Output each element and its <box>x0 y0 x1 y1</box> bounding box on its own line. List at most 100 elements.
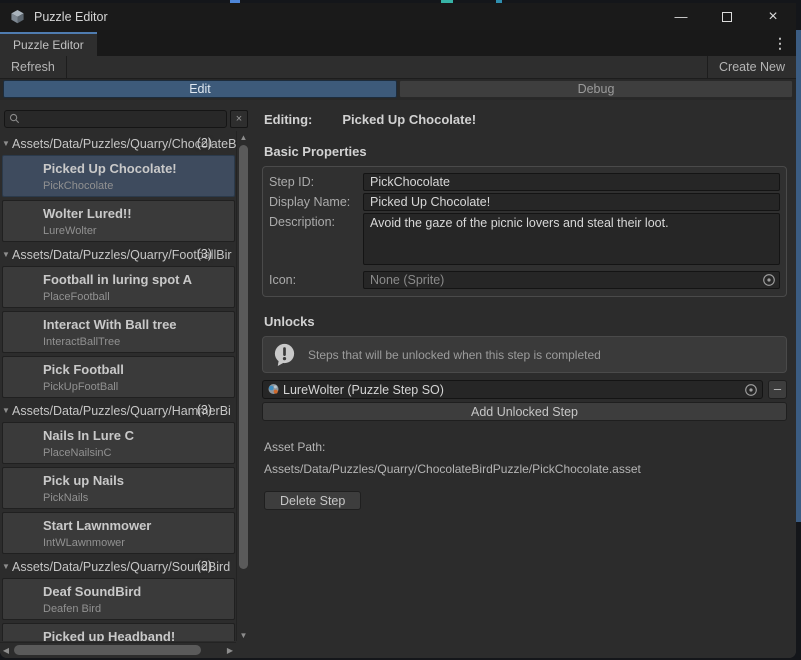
scroll-right-arrow[interactable]: ▶ <box>224 646 236 655</box>
step-list-panel: × ▼ Assets/Data/Puzzles/Quarry/Chocolate… <box>0 101 250 658</box>
scriptable-object-icon <box>267 383 280 396</box>
search-input[interactable] <box>23 111 222 127</box>
tab-debug[interactable]: Debug <box>399 80 793 98</box>
unlocks-title: Unlocks <box>264 314 787 329</box>
basic-properties-title: Basic Properties <box>264 144 787 159</box>
item-title: Pick Football <box>43 362 230 377</box>
item-title: Football in luring spot A <box>43 272 230 287</box>
object-picker-icon[interactable] <box>762 273 776 287</box>
close-button[interactable]: × <box>750 3 796 30</box>
scroll-down-arrow[interactable]: ▼ <box>237 629 250 641</box>
screen: Puzzle Editor — × Puzzle Editor ⋮ Refres… <box>0 0 801 660</box>
list-item-pick-nails[interactable]: Pick up Nails PickNails <box>2 467 235 509</box>
editing-header: Editing: Picked Up Chocolate! <box>264 112 787 127</box>
group-header-football[interactable]: ▼ Assets/Data/Puzzles/Quarry/FootballBir… <box>0 246 236 263</box>
maximize-icon <box>722 12 732 22</box>
step-id-input[interactable] <box>363 173 780 191</box>
window-title: Puzzle Editor <box>34 10 108 24</box>
list-item-interact-ball-tree[interactable]: Interact With Ball tree InteractBallTree <box>2 311 235 353</box>
list-item-picked-headband[interactable]: Picked up Headband! <box>2 623 235 641</box>
editing-value: Picked Up Chocolate! <box>342 112 476 127</box>
item-id: Deafen Bird <box>43 603 230 615</box>
display-name-input[interactable] <box>363 193 780 211</box>
step-list: ▼ Assets/Data/Puzzles/Quarry/ChocolateBi… <box>0 131 236 641</box>
description-input[interactable]: Avoid the gaze of the picnic lovers and … <box>363 213 780 265</box>
search-box[interactable] <box>4 110 227 128</box>
item-id: LureWolter <box>43 225 230 237</box>
tab-label: Puzzle Editor <box>13 38 84 52</box>
item-title: Wolter Lured!! <box>43 206 230 221</box>
group-header-hammer[interactable]: ▼ Assets/Data/Puzzles/Quarry/HammerBi (3… <box>0 402 236 419</box>
list-item-place-football[interactable]: Football in luring spot A PlaceFootball <box>2 266 235 308</box>
foldout-triangle-icon[interactable]: ▼ <box>0 139 12 148</box>
puzzle-editor-window: Puzzle Editor — × Puzzle Editor ⋮ Refres… <box>0 3 796 658</box>
unlocks-help-text: Steps that will be unlocked when this st… <box>308 348 601 362</box>
icon-object-value: None (Sprite) <box>370 273 758 287</box>
asset-path-label: Asset Path: <box>264 440 787 454</box>
item-id: PickChocolate <box>43 180 230 192</box>
add-unlocked-step-button[interactable]: Add Unlocked Step <box>262 402 787 421</box>
horizontal-scrollbar-track[interactable] <box>12 645 224 655</box>
foldout-triangle-icon[interactable]: ▼ <box>0 562 12 571</box>
item-id: IntWLawnmower <box>43 537 230 549</box>
toolbar: Refresh Create New <box>0 56 796 79</box>
tab-puzzle-editor[interactable]: Puzzle Editor <box>0 32 97 56</box>
group-count-badge: (2) <box>197 559 212 573</box>
create-new-button[interactable]: Create New <box>708 56 796 78</box>
item-title: Picked up Headband! <box>43 629 230 641</box>
delete-step-button[interactable]: Delete Step <box>264 491 361 510</box>
item-title: Pick up Nails <box>43 473 230 488</box>
toolbar-spacer <box>67 56 707 78</box>
description-label: Description: <box>269 213 363 229</box>
foldout-triangle-icon[interactable]: ▼ <box>0 406 12 415</box>
unity-cube-icon <box>10 9 25 24</box>
scroll-left-arrow[interactable]: ◀ <box>0 646 12 655</box>
list-item-pick-chocolate[interactable]: Picked Up Chocolate! PickChocolate <box>2 155 235 197</box>
basic-properties-box: Step ID: Display Name: Description: Avoi… <box>262 166 787 297</box>
tab-edit[interactable]: Edit <box>3 80 397 98</box>
item-title: Picked Up Chocolate! <box>43 161 230 176</box>
display-name-label: Display Name: <box>269 193 363 209</box>
remove-unlocked-step-button[interactable]: – <box>768 380 787 399</box>
item-title: Deaf SoundBird <box>43 584 230 599</box>
list-item-deafen-bird[interactable]: Deaf SoundBird Deafen Bird <box>2 578 235 620</box>
icon-label: Icon: <box>269 271 363 287</box>
unlocks-help-box: Steps that will be unlocked when this st… <box>262 336 787 373</box>
list-item-place-nails[interactable]: Nails In Lure C PlaceNailsinC <box>2 422 235 464</box>
asset-path-value: Assets/Data/Puzzles/Quarry/ChocolateBird… <box>264 462 787 476</box>
horizontal-scrollbar-thumb[interactable] <box>14 645 201 655</box>
step-id-row: Step ID: <box>269 173 780 191</box>
list-item-lure-wolter[interactable]: Wolter Lured!! LureWolter <box>2 200 235 242</box>
group-header-soundbird[interactable]: ▼ Assets/Data/Puzzles/Quarry/SoundBird (… <box>0 558 236 575</box>
title-bar[interactable]: Puzzle Editor — × <box>0 3 796 30</box>
minimize-button[interactable]: — <box>658 3 704 30</box>
tab-menu-kebab-icon[interactable]: ⋮ <box>773 35 787 52</box>
scroll-up-arrow[interactable]: ▲ <box>237 131 250 143</box>
foldout-triangle-icon[interactable]: ▼ <box>0 250 12 259</box>
list-item-pick-football[interactable]: Pick Football PickUpFootBall <box>2 356 235 398</box>
list-horizontal-scrollbar[interactable]: ◀ ▶ <box>0 642 236 657</box>
item-id: PlaceNailsinC <box>43 447 230 459</box>
group-count-badge: (3) <box>197 247 212 261</box>
maximize-button[interactable] <box>704 3 750 30</box>
item-id: PickUpFootBall <box>43 381 230 393</box>
search-icon <box>9 113 20 124</box>
list-item-start-lawnmower[interactable]: Start Lawnmower IntWLawnmower <box>2 512 235 554</box>
object-picker-icon[interactable] <box>744 383 758 397</box>
refresh-button[interactable]: Refresh <box>0 56 66 78</box>
icon-object-field[interactable]: None (Sprite) <box>363 271 780 289</box>
unlocked-step-name: LureWolter (Puzzle Step SO) <box>283 383 741 397</box>
list-vertical-scrollbar[interactable]: ▲ ▼ <box>236 131 250 641</box>
search-clear-button[interactable]: × <box>230 110 248 128</box>
item-id: InteractBallTree <box>43 336 230 348</box>
group-header-chocolate[interactable]: ▼ Assets/Data/Puzzles/Quarry/ChocolateBi… <box>0 135 236 152</box>
group-count-badge: (3) <box>197 403 212 417</box>
mode-tabs: Edit Debug <box>0 79 796 100</box>
item-id: PickNails <box>43 492 230 504</box>
step-editor-panel: Editing: Picked Up Chocolate! Basic Prop… <box>250 101 796 658</box>
unlocked-step-object-field[interactable]: LureWolter (Puzzle Step SO) <box>262 380 763 399</box>
item-title: Start Lawnmower <box>43 518 230 533</box>
item-id: PlaceFootball <box>43 291 230 303</box>
document-tab-strip: Puzzle Editor ⋮ <box>0 30 796 56</box>
vertical-scrollbar-thumb[interactable] <box>239 145 248 569</box>
